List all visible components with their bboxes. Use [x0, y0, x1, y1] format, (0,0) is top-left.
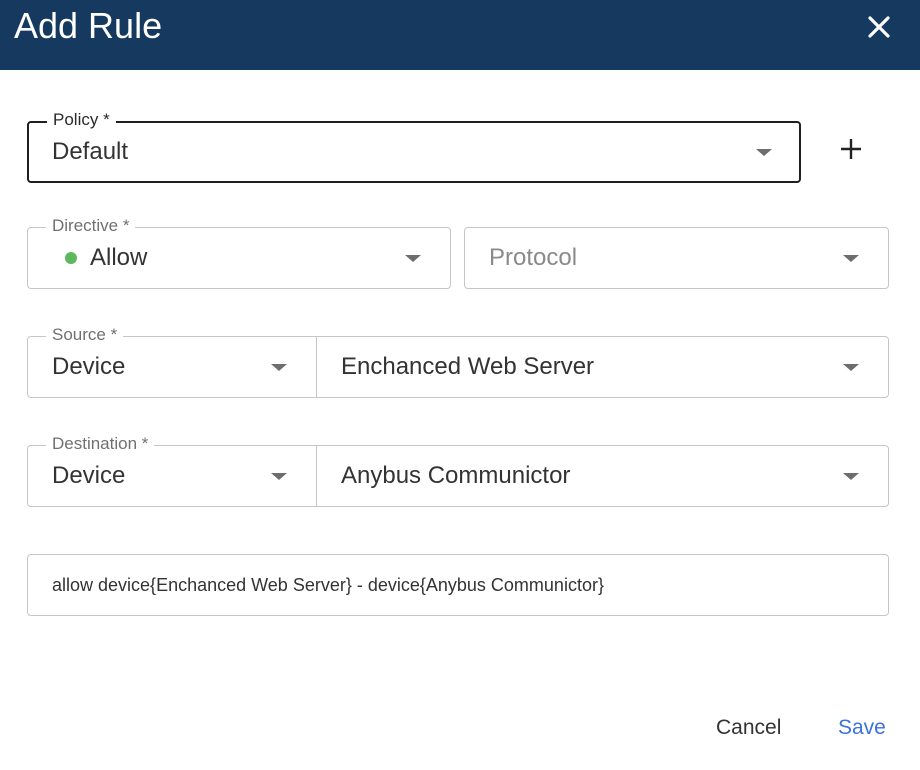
- protocol-select[interactable]: Protocol: [464, 227, 889, 289]
- add-policy-button[interactable]: [830, 128, 872, 170]
- chevron-down-icon: [843, 473, 859, 480]
- rule-summary-text: allow device{Enchanced Web Server} - dev…: [52, 574, 604, 595]
- directive-value-text: Allow: [90, 244, 148, 271]
- rule-summary-field[interactable]: allow device{Enchanced Web Server} - dev…: [27, 554, 889, 616]
- destination-target-value: Anybus Communictor: [341, 462, 571, 489]
- cancel-button[interactable]: Cancel: [716, 712, 781, 744]
- source-target-value: Enchanced Web Server: [341, 353, 595, 380]
- destination-type-select[interactable]: Device: [28, 446, 316, 506]
- dialog-title: Add Rule: [14, 5, 163, 46]
- add-rule-dialog: Add Rule Policy * Default Directive * Al…: [0, 0, 920, 770]
- directive-value: Allow: [65, 228, 147, 288]
- source-field-group: Source * Device Enchanced Web Server: [27, 325, 889, 398]
- destination-target-select[interactable]: Anybus Communictor: [317, 446, 889, 506]
- destination-type-value: Device: [52, 462, 126, 489]
- chevron-down-icon: [405, 255, 421, 262]
- directive-select[interactable]: Directive * Allow: [27, 216, 451, 289]
- chevron-down-icon: [271, 473, 287, 480]
- plus-icon: [841, 139, 861, 159]
- save-button[interactable]: Save: [838, 712, 886, 744]
- close-icon: [868, 16, 890, 38]
- source-type-select[interactable]: Device: [28, 337, 316, 397]
- chevron-down-icon: [756, 149, 772, 156]
- source-target-select[interactable]: Enchanced Web Server: [317, 337, 889, 397]
- chevron-down-icon: [843, 255, 859, 262]
- policy-select[interactable]: Policy * Default: [27, 110, 801, 183]
- status-dot: [65, 252, 77, 264]
- chevron-down-icon: [843, 364, 859, 371]
- protocol-placeholder: Protocol: [489, 244, 578, 271]
- destination-field-group: Destination * Device Anybus Communictor: [27, 434, 889, 507]
- source-type-value: Device: [52, 353, 126, 380]
- policy-value: Default: [52, 138, 129, 165]
- dialog-header: Add Rule: [0, 0, 920, 70]
- chevron-down-icon: [271, 364, 287, 371]
- close-button[interactable]: [858, 8, 900, 46]
